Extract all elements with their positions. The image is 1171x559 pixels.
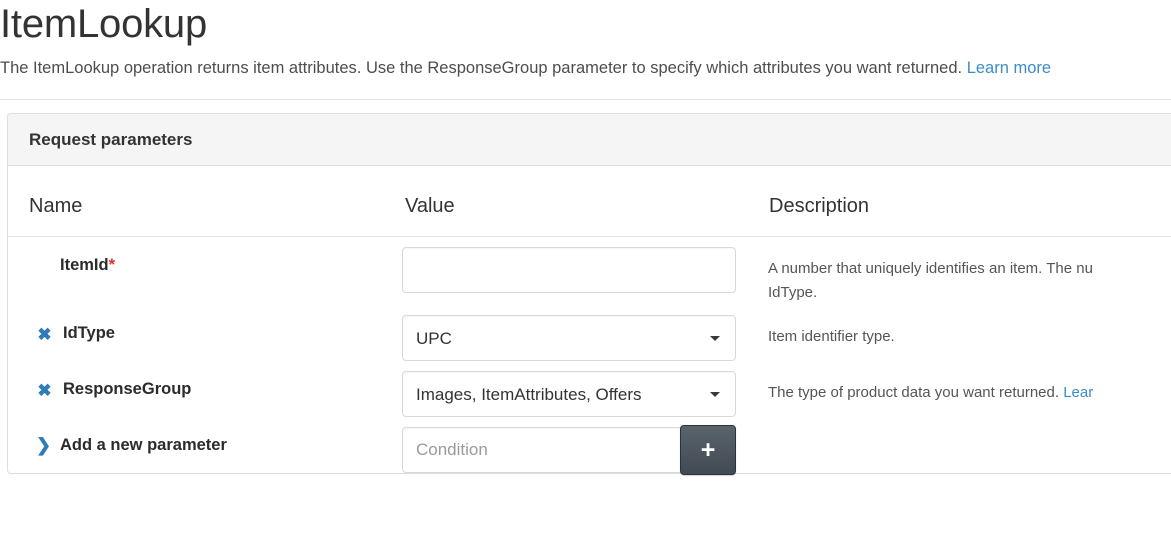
parameter-name-text: Add a new parameter (60, 436, 227, 454)
request-parameters-panel: Request parameters Name Value Descriptio… (7, 113, 1171, 474)
column-header-value: Value (388, 166, 755, 237)
parameter-name-text: ItemId (60, 256, 109, 274)
row-value-idtype: UPC (388, 305, 755, 361)
responsegroup-learn-more-link[interactable]: Lear (1063, 384, 1093, 401)
parameter-name-text: IdType (63, 324, 115, 342)
panel-title: Request parameters (29, 130, 192, 150)
table-row: ❯ Add a new parameter + (8, 417, 1171, 473)
parameter-name-text: ResponseGroup (63, 380, 191, 398)
itemlookup-page: ItemLookup The ItemLookup operation retu… (0, 0, 1171, 559)
row-description-responsegroup: The type of product data you want return… (755, 361, 1171, 417)
row-value-itemid (388, 237, 755, 306)
remove-icon[interactable]: ✖ (36, 326, 53, 343)
row-description-itemid: A number that uniquely identifies an ite… (755, 237, 1171, 306)
parameter-name-label: ✖ IdType (8, 305, 388, 343)
learn-more-link[interactable]: Learn more (967, 59, 1051, 77)
required-asterisk: * (109, 256, 115, 274)
chevron-right-icon[interactable]: ❯ (36, 437, 50, 454)
page-title: ItemLookup (0, 0, 207, 50)
page-description-text: The ItemLookup operation returns item at… (0, 59, 962, 77)
table-row: ✖ IdType UPC (8, 305, 1171, 361)
add-parameter-button[interactable]: + (680, 425, 736, 475)
remove-icon[interactable]: ✖ (36, 382, 53, 399)
panel-heading: Request parameters (8, 114, 1171, 166)
parameter-name-label: ItemId* (8, 237, 388, 275)
row-description-idtype: Item identifier type. (755, 305, 1171, 361)
row-value-responsegroup: Images, ItemAttributes, Offers (388, 361, 755, 417)
responsegroup-select[interactable]: Images, ItemAttributes, Offers (402, 371, 736, 417)
table-header-row: Name Value Description (8, 166, 1171, 237)
header-divider (0, 99, 1171, 100)
description-line-2: IdType. (768, 281, 1171, 305)
add-parameter-label[interactable]: ❯ Add a new parameter (8, 417, 388, 455)
row-name-add-parameter: ❯ Add a new parameter (8, 417, 388, 473)
table-row: ItemId* A number that uniquely identifie… (8, 237, 1171, 306)
description-line-1: Item identifier type. (768, 325, 1171, 349)
row-name-responsegroup: ✖ ResponseGroup (8, 361, 388, 417)
itemid-input[interactable] (402, 247, 736, 293)
description-line-1: A number that uniquely identifies an ite… (768, 257, 1171, 281)
page-description: The ItemLookup operation returns item at… (0, 56, 1051, 80)
column-header-description: Description (755, 166, 1171, 237)
row-name-itemid: ItemId* (8, 237, 388, 306)
row-value-add-parameter: + (388, 417, 755, 473)
idtype-select[interactable]: UPC (402, 315, 736, 361)
parameters-table: Name Value Description ItemId* (8, 166, 1171, 473)
row-description-add-parameter (755, 417, 1171, 473)
parameter-name-label: ✖ ResponseGroup (8, 361, 388, 399)
column-header-name: Name (8, 166, 388, 237)
panel-body: Name Value Description ItemId* (8, 166, 1171, 473)
table-row: ✖ ResponseGroup Images, ItemAttributes, O… (8, 361, 1171, 417)
row-name-idtype: ✖ IdType (8, 305, 388, 361)
description-line-1: The type of product data you want return… (768, 384, 1063, 401)
